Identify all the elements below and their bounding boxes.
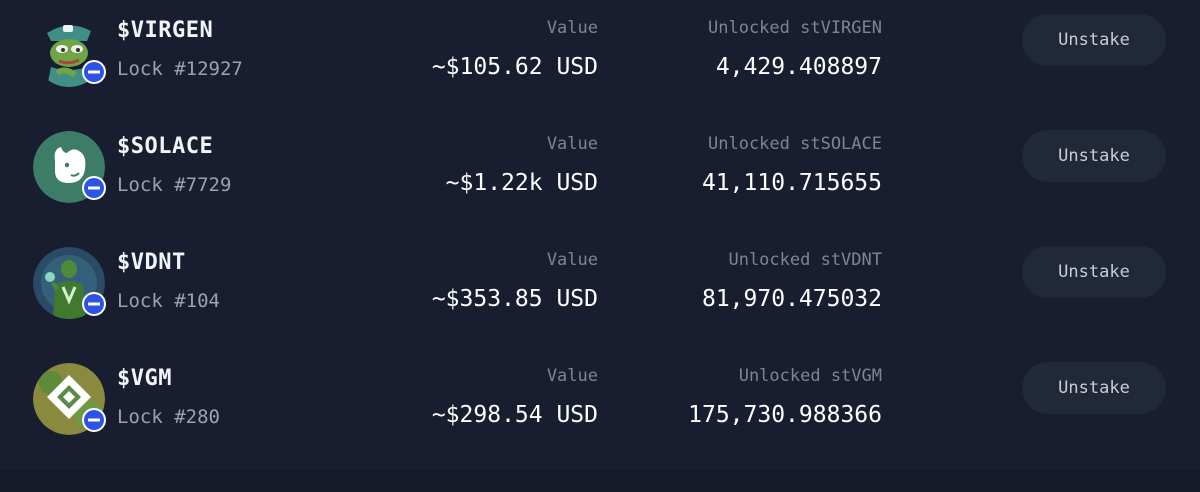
unstake-button[interactable]: Unstake: [1022, 130, 1166, 182]
unlocked-amount: 4,429.408897: [715, 54, 882, 80]
unlocked-amount: 81,970.475032: [701, 286, 882, 312]
unstake-button[interactable]: Unstake: [1022, 246, 1166, 298]
token-avatar: [33, 363, 106, 435]
value-amount: ~$1.22k USD: [445, 170, 598, 196]
value-label: Value: [546, 134, 598, 154]
locked-token-list: $VIRGEN Lock #12927 Value ~$105.62 USD U…: [0, 0, 1200, 470]
unlocked-label: Unlocked stVIRGEN: [708, 18, 882, 38]
unlocked-label: Unlocked stVDNT: [728, 250, 882, 270]
lock-id: Lock #7729: [117, 174, 232, 196]
unlocked-label: Unlocked stSOLACE: [708, 134, 882, 154]
token-name: $VGM: [117, 366, 172, 391]
token-avatar: [33, 247, 106, 319]
unlocked-amount: 41,110.715655: [701, 170, 882, 196]
token-avatar: [33, 131, 106, 203]
value-label: Value: [546, 250, 598, 270]
value-label: Value: [546, 18, 598, 38]
value-amount: ~$298.54 USD: [431, 402, 598, 428]
unstake-button[interactable]: Unstake: [1022, 14, 1166, 66]
lock-id: Lock #12927: [117, 58, 243, 80]
base-chain-icon: [82, 176, 106, 200]
unstake-button[interactable]: Unstake: [1022, 362, 1166, 414]
unlocked-amount: 175,730.988366: [688, 402, 882, 428]
token-name: $VIRGEN: [117, 18, 214, 43]
lock-row: $SOLACE Lock #7729 Value ~$1.22k USD Unl…: [0, 108, 1200, 224]
value-amount: ~$353.85 USD: [431, 286, 598, 312]
lock-id: Lock #104: [117, 290, 220, 312]
footer-strip: [0, 470, 1200, 492]
lock-row: $VIRGEN Lock #12927 Value ~$105.62 USD U…: [0, 0, 1200, 108]
value-amount: ~$105.62 USD: [431, 54, 598, 80]
lock-row: $VDNT Lock #104 Value ~$353.85 USD Unloc…: [0, 224, 1200, 340]
lock-row: $VGM Lock #280 Value ~$298.54 USD Unlock…: [0, 340, 1200, 456]
base-chain-icon: [82, 292, 106, 316]
token-name: $SOLACE: [117, 134, 214, 159]
base-chain-icon: [82, 60, 106, 84]
lock-id: Lock #280: [117, 406, 220, 428]
token-avatar: [33, 15, 106, 87]
unlocked-label: Unlocked stVGM: [738, 366, 882, 386]
token-name: $VDNT: [117, 250, 186, 275]
value-label: Value: [546, 366, 598, 386]
base-chain-icon: [82, 408, 106, 432]
